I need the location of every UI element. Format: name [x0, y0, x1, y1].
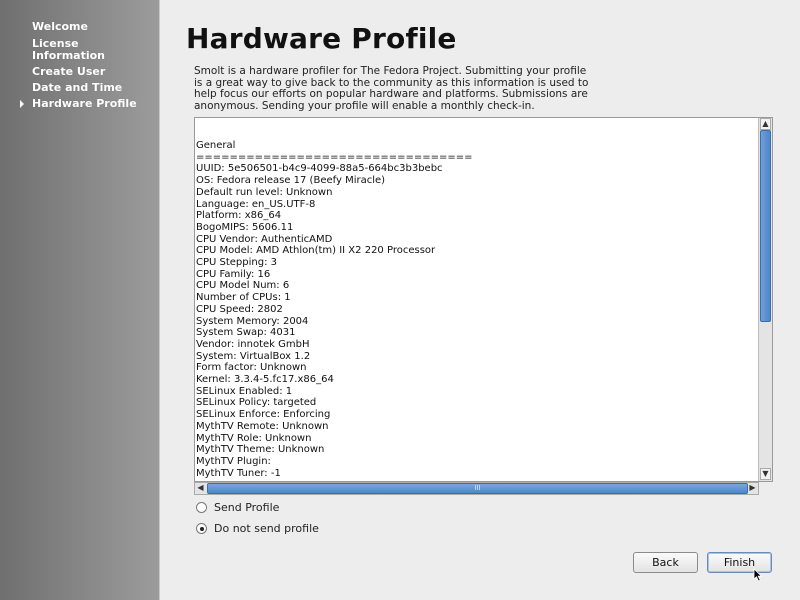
profile-line: MythTV Tuner: -1	[196, 467, 281, 479]
send-profile-label: Send Profile	[214, 501, 280, 514]
profile-line: Platform: x86_64	[196, 210, 282, 222]
profile-line: BogoMIPS: 5606.11	[196, 221, 294, 233]
send-profile-option[interactable]: Send Profile	[196, 501, 279, 514]
sidebar: Welcome License Information Create User …	[0, 0, 160, 600]
profile-line: SELinux Enforce: Enforcing	[196, 409, 331, 421]
sidebar-step-create-user: Create User	[32, 65, 106, 78]
profile-line: SELinux Policy: targeted	[196, 397, 317, 409]
profile-line: System Memory: 2004	[196, 315, 309, 327]
profile-line: SELinux Enabled: 1	[196, 385, 293, 397]
current-step-arrow-icon	[20, 100, 24, 108]
scroll-right-icon[interactable]: ▶	[747, 483, 758, 494]
profile-line: MythTV Plugin:	[196, 455, 271, 467]
profile-line: CPU Speed: 2802	[196, 303, 283, 315]
main-content: Hardware Profile Smolt is a hardware pro…	[161, 0, 800, 600]
profile-line: MythTV Role: Unknown	[196, 432, 312, 444]
do-not-send-profile-radio[interactable]	[196, 523, 207, 534]
back-button[interactable]: Back	[633, 552, 698, 573]
page-title: Hardware Profile	[186, 22, 457, 55]
send-profile-radio[interactable]	[196, 502, 207, 513]
profile-line: OS: Fedora release 17 (Beefy Miracle)	[196, 175, 386, 187]
profile-line: UUID: 5e506501-b4c9-4099-88a5-664bc3b3be…	[196, 163, 443, 175]
do-not-send-profile-option[interactable]: Do not send profile	[196, 522, 319, 535]
vertical-scrollbar[interactable]: ▲ ▼	[758, 118, 772, 481]
horizontal-scrollbar[interactable]: ◀ III ▶	[194, 482, 759, 495]
profile-line: Number of CPUs: 1	[196, 292, 291, 304]
profile-line: CPU Stepping: 3	[196, 257, 278, 269]
sidebar-step-hardware-profile: Hardware Profile	[20, 98, 154, 110]
sidebar-step-license-information: License Information	[32, 37, 105, 62]
intro-text: Smolt is a hardware profiler for The Fed…	[194, 65, 589, 112]
do-not-send-profile-label: Do not send profile	[214, 522, 319, 535]
scroll-down-icon[interactable]: ▼	[760, 468, 771, 480]
profile-line: MythTV Theme: Unknown	[196, 444, 325, 456]
profile-text-view[interactable]: General =================================…	[194, 117, 773, 482]
profile-line: MythTV Remote: Unknown	[196, 420, 329, 432]
profile-line: System Swap: 4031	[196, 327, 296, 339]
profile-line: General	[196, 140, 236, 151]
horizontal-scroll-thumb[interactable]: III	[207, 483, 748, 494]
profile-line: CPU Family: 16	[196, 268, 271, 280]
profile-line: Kernel: 3.3.4-5.fc17.x86_64	[196, 374, 334, 386]
sidebar-step-welcome: Welcome	[32, 20, 88, 33]
profile-line: CPU Model Num: 6	[196, 280, 290, 292]
profile-line: CPU Model: AMD Athlon(tm) II X2 220 Proc…	[196, 245, 436, 257]
profile-line: Form factor: Unknown	[196, 362, 307, 374]
mouse-pointer-icon	[753, 568, 763, 582]
scroll-up-icon[interactable]: ▲	[760, 118, 771, 130]
sidebar-step-date-and-time: Date and Time	[32, 81, 123, 94]
vertical-scroll-thumb[interactable]	[760, 130, 771, 322]
profile-line: Default run level: Unknown	[196, 186, 333, 198]
profile-text: General =================================…	[196, 140, 758, 480]
profile-line: CPU Vendor: AuthenticAMD	[196, 233, 333, 245]
profile-line: System: VirtualBox 1.2	[196, 350, 311, 362]
scroll-left-icon[interactable]: ◀	[195, 483, 206, 494]
profile-line: Language: en_US.UTF-8	[196, 198, 316, 210]
profile-line: =================================	[196, 151, 473, 163]
profile-line: Vendor: innotek GmbH	[196, 338, 310, 350]
